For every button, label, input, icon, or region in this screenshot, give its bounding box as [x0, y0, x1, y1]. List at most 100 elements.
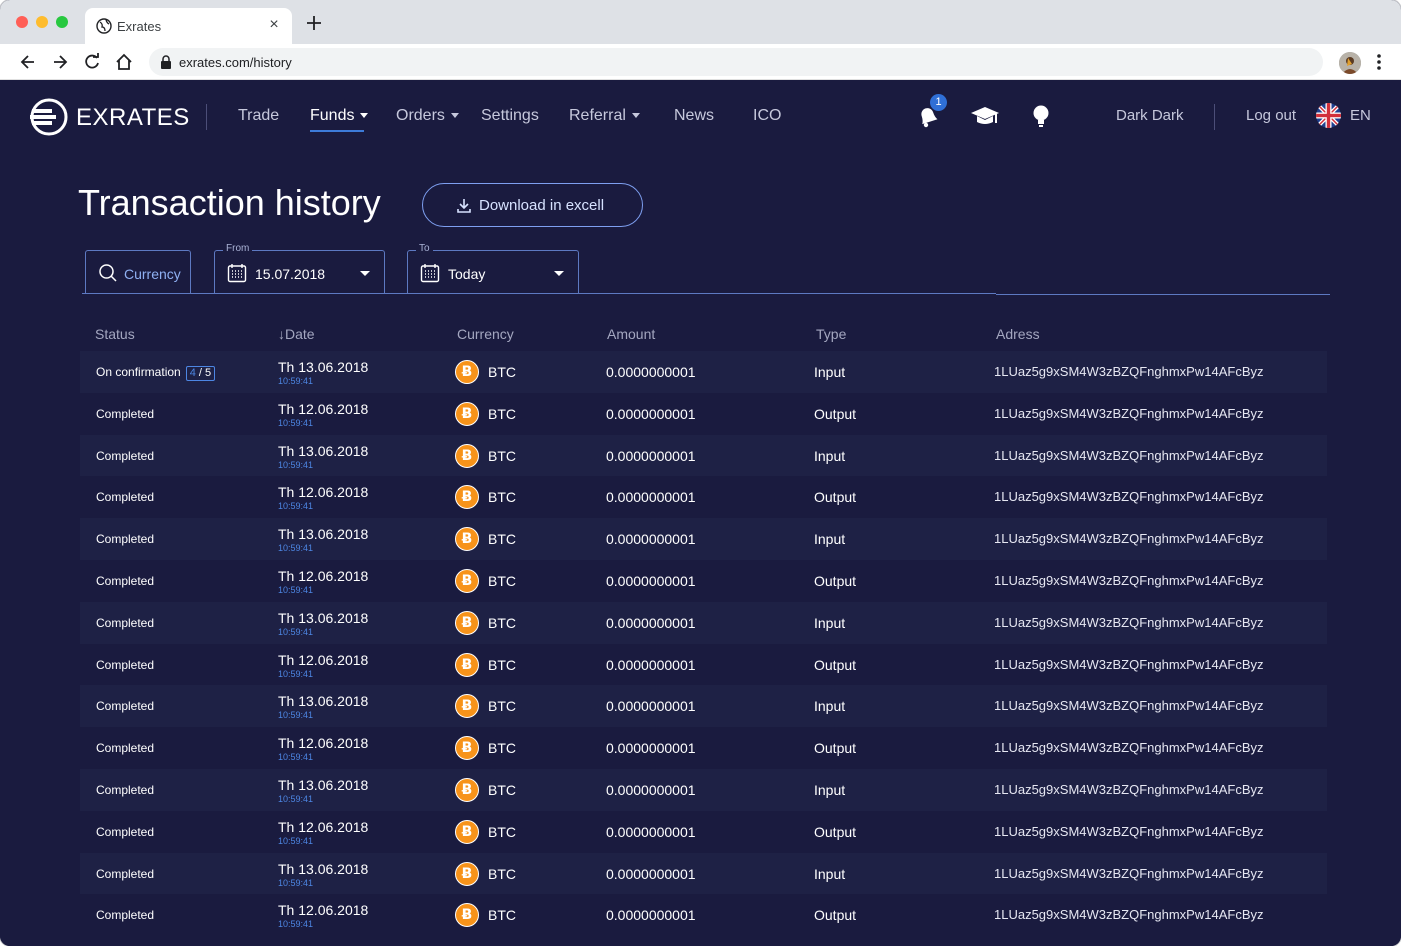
table-row[interactable]: Completed Th 12.06.2018 10:59:41 Ƀ BTC 0.0000… — [80, 393, 1327, 435]
status-cell: Completed — [96, 616, 154, 630]
table-row[interactable]: On confirmation 4 / 5 Th 13.06.2018 10:59:4… — [80, 351, 1327, 393]
type-cell: Input — [814, 614, 846, 631]
address-cell[interactable]: 1LUaz5g9xSM4W3zBZQFnghmxPw14AFcByz — [994, 531, 1263, 546]
table-row[interactable]: Completed Th 13.06.2018 10:59:41 Ƀ BTC 0.0000… — [80, 601, 1327, 644]
address-cell[interactable]: 1LUaz5g9xSM4W3zBZQFnghmxPw14AFcByz — [994, 406, 1263, 421]
address-cell[interactable]: 1LUaz5g9xSM4W3zBZQFnghmxPw14AFcByz — [994, 448, 1263, 463]
column-header-status[interactable]: Status — [95, 326, 135, 342]
address-cell[interactable]: 1LUaz5g9xSM4W3zBZQFnghmxPw14AFcByz — [994, 866, 1263, 881]
uk-flag-icon[interactable] — [1316, 103, 1341, 128]
address-bar[interactable]: exrates.com/history — [149, 48, 1323, 76]
table-row[interactable]: Completed Th 13.06.2018 10:59:41 Ƀ BTC 0.0000… — [80, 685, 1327, 728]
nav-orders[interactable]: Orders — [396, 107, 459, 125]
close-window-button[interactable] — [16, 16, 28, 28]
column-header-amount[interactable]: Amount — [607, 326, 655, 342]
amount-cell: 0.0000000001 — [606, 907, 696, 924]
amount-cell: 0.0000000001 — [606, 489, 696, 506]
address-cell[interactable]: 1LUaz5g9xSM4W3zBZQFnghmxPw14AFcByz — [994, 698, 1263, 713]
status-cell: Completed — [96, 908, 154, 922]
to-date-picker[interactable]: To Today — [407, 243, 579, 294]
type-cell: Output — [814, 572, 857, 589]
plus-icon[interactable] — [304, 13, 324, 33]
amount-cell: 0.0000000001 — [606, 823, 696, 840]
back-arrow-icon[interactable] — [18, 52, 38, 72]
chevron-down-icon — [360, 271, 370, 276]
table-row[interactable]: Completed Th 13.06.2018 10:59:41 Ƀ BTC 0.0000… — [80, 518, 1327, 560]
address-cell[interactable]: 1LUaz5g9xSM4W3zBZQFnghmxPw14AFcByz — [994, 740, 1263, 755]
maximize-window-button[interactable] — [56, 16, 68, 28]
address-cell[interactable]: 1LUaz5g9xSM4W3zBZQFnghmxPw14AFcByz — [994, 782, 1263, 797]
minimize-window-button[interactable] — [36, 16, 48, 28]
user-name[interactable]: Dark Dark — [1116, 107, 1184, 124]
address-cell[interactable]: 1LUaz5g9xSM4W3zBZQFnghmxPw14AFcByz — [994, 573, 1263, 588]
currency-cell: BTC — [488, 489, 516, 506]
lightbulb-icon[interactable] — [1028, 103, 1054, 129]
nav-settings[interactable]: Settings — [481, 107, 539, 125]
column-header-date[interactable]: ↓Date — [278, 326, 315, 342]
lock-icon — [161, 55, 171, 69]
table-row[interactable]: Completed Th 13.06.2018 10:59:41 Ƀ BTC 0.0000… — [80, 434, 1327, 477]
kebab-menu-icon[interactable] — [1371, 52, 1387, 72]
table-row[interactable]: Completed Th 12.06.2018 10:59:41 Ƀ BTC 0.0000… — [80, 644, 1327, 686]
time-cell: 10:59:41 — [278, 543, 314, 554]
address-cell[interactable]: 1LUaz5g9xSM4W3zBZQFnghmxPw14AFcByz — [994, 657, 1263, 672]
date-cell: Th 12.06.2018 — [278, 484, 369, 501]
status-cell: On confirmation 4 / 5 — [96, 365, 216, 381]
download-icon — [457, 199, 471, 213]
column-header-currency[interactable]: Currency — [457, 326, 514, 342]
status-cell: Completed — [96, 658, 154, 672]
download-excel-button[interactable]: Download in excell — [422, 183, 643, 227]
address-cell[interactable]: 1LUaz5g9xSM4W3zBZQFnghmxPw14AFcByz — [994, 824, 1263, 839]
sort-arrow-icon: ↓ — [278, 326, 285, 342]
to-date-value: Today — [448, 266, 486, 282]
type-cell: Output — [814, 907, 857, 924]
address-cell[interactable]: 1LUaz5g9xSM4W3zBZQFnghmxPw14AFcByz — [994, 907, 1263, 922]
status-text: Completed — [96, 824, 155, 839]
reload-icon[interactable] — [82, 52, 102, 72]
address-cell[interactable]: 1LUaz5g9xSM4W3zBZQFnghmxPw14AFcByz — [994, 489, 1263, 504]
browser-tab[interactable]: Exrates × — [85, 8, 292, 44]
profile-avatar[interactable] — [1339, 52, 1361, 74]
table-row[interactable]: Completed Th 12.06.2018 10:59:41 Ƀ BTC 0.0000… — [80, 894, 1327, 936]
to-caption: To — [416, 243, 433, 254]
nav-trade[interactable]: Trade — [238, 107, 279, 125]
date-cell: Th 13.06.2018 — [278, 526, 369, 543]
time-cell: 10:59:41 — [278, 626, 314, 637]
date-cell: Th 12.06.2018 — [278, 400, 369, 417]
column-header-date-label: Date — [285, 326, 315, 342]
table-row[interactable]: Completed Th 12.06.2018 10:59:41 Ƀ BTC 0.0000… — [80, 811, 1327, 853]
status-text: Completed — [96, 699, 155, 714]
currency-search-field[interactable]: Currency — [85, 250, 191, 294]
forward-arrow-icon[interactable] — [50, 52, 70, 72]
status-cell: Completed — [96, 407, 154, 421]
address-cell[interactable]: 1LUaz5g9xSM4W3zBZQFnghmxPw14AFcByz — [994, 615, 1263, 630]
status-text: On confirmation — [96, 365, 181, 379]
table-row[interactable]: Completed Th 13.06.2018 10:59:41 Ƀ BTC 0.0000… — [80, 768, 1327, 811]
home-icon[interactable] — [114, 52, 134, 72]
column-header-type[interactable]: Type — [816, 326, 846, 342]
address-cell[interactable]: 1LUaz5g9xSM4W3zBZQFnghmxPw14AFcByz — [994, 364, 1263, 379]
currency-cell: BTC — [488, 572, 516, 589]
currency-placeholder: Currency — [124, 266, 181, 282]
nav-ico[interactable]: ICO — [753, 107, 781, 125]
table-row[interactable]: Completed Th 13.06.2018 10:59:41 Ƀ BTC 0.0000… — [80, 852, 1327, 895]
column-header-address[interactable]: Adress — [996, 326, 1040, 342]
status-cell: Completed — [96, 825, 154, 839]
logout-link[interactable]: Log out — [1246, 107, 1296, 124]
graduation-cap-icon[interactable] — [970, 103, 1000, 129]
currency-cell: BTC — [488, 531, 516, 548]
table-row[interactable]: Completed Th 12.06.2018 10:59:41 Ƀ BTC 0.0000… — [80, 560, 1327, 602]
nav-referral[interactable]: Referral — [569, 107, 640, 125]
nav-news[interactable]: News — [674, 107, 714, 125]
from-date-picker[interactable]: From 15.07.2018 — [214, 243, 385, 294]
bitcoin-icon: Ƀ — [455, 485, 479, 510]
table-row[interactable]: Completed Th 12.06.2018 10:59:41 Ƀ BTC 0.0000… — [80, 727, 1327, 769]
language-selector[interactable]: EN — [1350, 107, 1371, 124]
type-cell: Output — [814, 405, 857, 422]
nav-funds[interactable]: Funds — [310, 107, 369, 125]
date-cell: Th 12.06.2018 — [278, 651, 369, 668]
table-row[interactable]: Completed Th 12.06.2018 10:59:41 Ƀ BTC 0.0000… — [80, 476, 1327, 518]
bitcoin-icon: Ƀ — [455, 527, 479, 552]
close-icon[interactable]: × — [266, 16, 282, 34]
exrates-logo[interactable]: EXRATES — [30, 97, 189, 137]
